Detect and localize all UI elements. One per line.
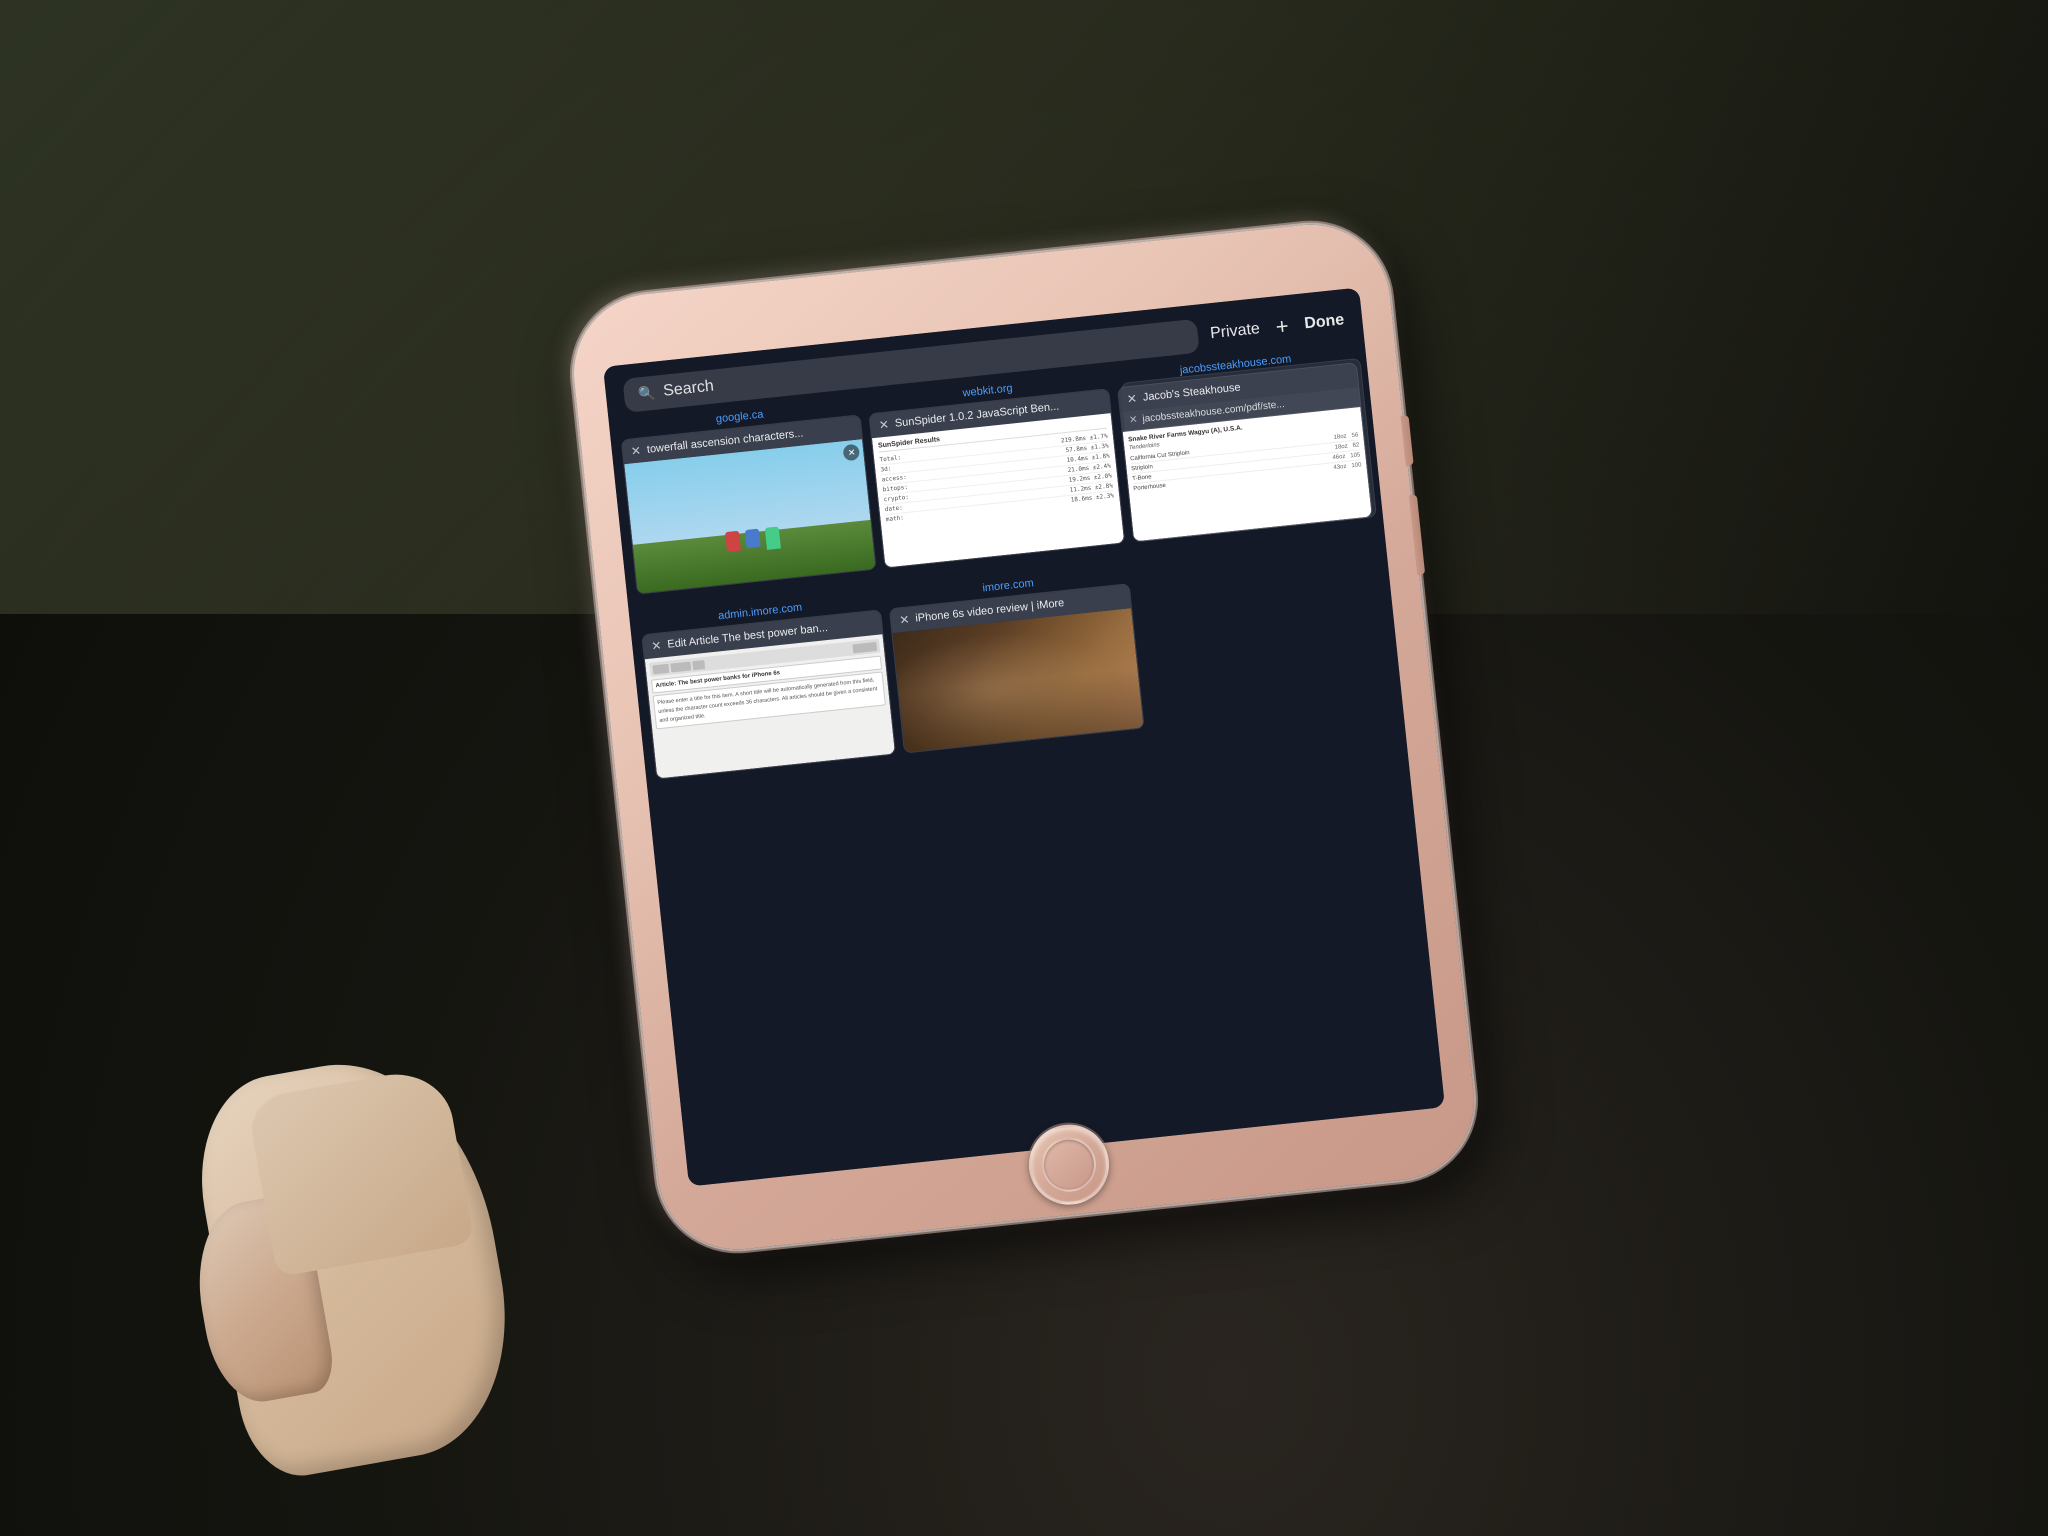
tab-group-jacobs: jacobssteakhouse.com ✕ Jacob's Steakhous… bbox=[1115, 347, 1373, 543]
done-button[interactable]: Done bbox=[1303, 312, 1345, 334]
tab-card-webkit[interactable]: ✕ SunSpider 1.0.2 JavaScript Ben... SunS… bbox=[869, 389, 1125, 569]
safari-tab-switcher: 🔍 Search Private + Done google.ca bbox=[603, 288, 1445, 1187]
tab-group-edit-article: admin.imore.com ✕ Edit Article The best … bbox=[640, 594, 897, 780]
search-input-label[interactable]: Search bbox=[662, 378, 714, 401]
iphone-screen: 🔍 Search Private + Done google.ca bbox=[603, 288, 1445, 1187]
tab-grid: google.ca ✕ towerfall ascension characte… bbox=[609, 345, 1445, 1186]
tab-card-imore-video[interactable]: ✕ iPhone 6s video review | iMore bbox=[889, 583, 1144, 753]
tab-content-jacobs: Snake River Farms Wagyu (A), U.S.A. Tend… bbox=[1122, 407, 1372, 541]
tab-close-jacobs-main[interactable]: ✕ bbox=[1126, 392, 1137, 407]
iphone-device: 🔍 Search Private + Done google.ca bbox=[566, 217, 1482, 1257]
private-button[interactable]: Private bbox=[1209, 320, 1260, 343]
search-icon: 🔍 bbox=[637, 384, 656, 403]
tab-content-towerfall: ✕ bbox=[624, 440, 876, 594]
tab-stack-jacobs: ✕ Jacob's Steakhouse ✕ jacobssteakhouse.… bbox=[1117, 362, 1373, 542]
top-bar-actions: Private + Done bbox=[1209, 308, 1346, 348]
tab-close-edit-article[interactable]: ✕ bbox=[651, 639, 662, 654]
tab-content-webkit: SunSpider Results Total:219.8ms ±1.7% 3d… bbox=[872, 413, 1124, 567]
tab-card-jacobs[interactable]: ✕ Jacob's Steakhouse ✕ jacobssteakhouse.… bbox=[1117, 362, 1373, 542]
tab-close-webkit[interactable]: ✕ bbox=[878, 418, 889, 433]
tab-card-edit-article[interactable]: ✕ Edit Article The best power ban... bbox=[641, 609, 896, 779]
tab-content-edit-article: Article: The best power banks for iPhone… bbox=[645, 634, 896, 778]
new-tab-button[interactable]: + bbox=[1274, 313, 1290, 340]
home-button-inner bbox=[1039, 1135, 1098, 1194]
tab-close-imore-video[interactable]: ✕ bbox=[899, 613, 910, 628]
tab-card-towerfall[interactable]: ✕ towerfall ascension characters... bbox=[621, 415, 877, 595]
tab-close-towerfall[interactable]: ✕ bbox=[630, 444, 641, 459]
tab-group-webkit: webkit.org ✕ SunSpider 1.0.2 JavaScript … bbox=[867, 373, 1125, 569]
tab-group-towerfall: google.ca ✕ towerfall ascension characte… bbox=[619, 399, 877, 595]
tab-content-imore-video bbox=[893, 608, 1144, 752]
tab-close-jacobs-sub[interactable]: ✕ bbox=[1129, 415, 1138, 427]
tab-group-imore-video: imore.com ✕ iPhone 6s video review | iMo… bbox=[887, 568, 1144, 754]
